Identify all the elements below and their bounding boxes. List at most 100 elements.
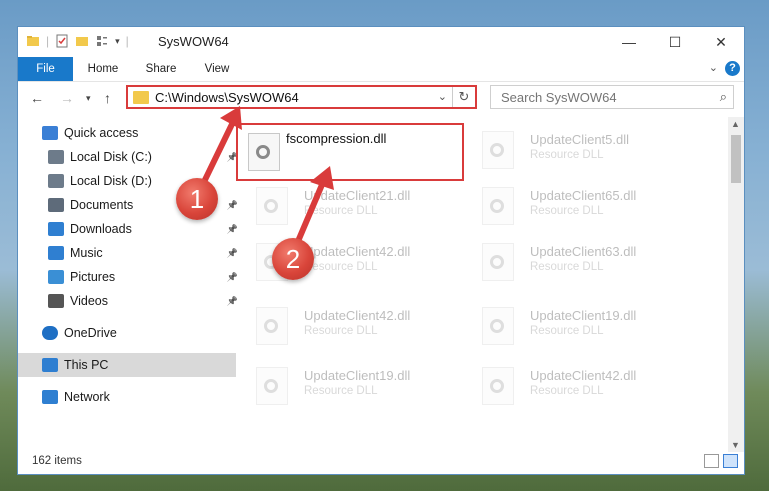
scroll-thumb[interactable] bbox=[731, 135, 741, 183]
file-item[interactable]: UpdateClient42.dll Resource DLL bbox=[236, 235, 466, 289]
sidebar-item[interactable]: This PC bbox=[18, 353, 236, 377]
file-name: UpdateClient42.dll bbox=[304, 308, 411, 323]
dll-file-icon bbox=[256, 187, 288, 225]
step-1-badge: 1 bbox=[176, 178, 218, 220]
scroll-down-icon[interactable]: ▼ bbox=[731, 440, 740, 450]
picture-icon bbox=[48, 270, 64, 284]
scroll-up-icon[interactable]: ▲ bbox=[731, 119, 740, 129]
customize-icon[interactable] bbox=[95, 34, 109, 48]
file-type: Resource DLL bbox=[530, 205, 604, 217]
tab-view[interactable]: View bbox=[194, 57, 240, 81]
file-type: Resource DLL bbox=[530, 385, 604, 397]
address-bar[interactable]: C:\Windows\SysWOW64 ⌄ ↻ bbox=[126, 85, 477, 109]
sidebar-item-label: This PC bbox=[64, 358, 109, 372]
sidebar-item[interactable]: OneDrive bbox=[18, 321, 236, 345]
folder-icon bbox=[133, 91, 149, 104]
annotation-arrow-1 bbox=[199, 106, 242, 188]
ribbon-tabs: File Home Share View ⌄ ? bbox=[18, 57, 744, 82]
file-name: UpdateClient63.dll bbox=[530, 244, 637, 259]
tab-home[interactable]: Home bbox=[78, 57, 128, 81]
file-item[interactable]: UpdateClient21.dll Resource DLL bbox=[236, 179, 466, 233]
drive-icon bbox=[48, 150, 64, 164]
file-item[interactable]: UpdateClient65.dll Resource DLL bbox=[462, 179, 692, 233]
drive-icon bbox=[48, 174, 64, 188]
tab-share[interactable]: Share bbox=[136, 57, 186, 81]
dll-file-icon bbox=[482, 243, 514, 281]
minimize-button[interactable]: — bbox=[606, 27, 652, 57]
dll-file-icon bbox=[482, 367, 514, 405]
sidebar-item[interactable]: Network bbox=[18, 385, 236, 409]
file-name: fscompression.dll bbox=[286, 131, 387, 146]
file-item[interactable]: UpdateClient19.dll Resource DLL bbox=[236, 359, 466, 413]
separator: | bbox=[46, 34, 50, 48]
up-arrow-icon[interactable]: ↑ bbox=[104, 90, 111, 106]
document-icon bbox=[48, 198, 64, 212]
file-item[interactable]: UpdateClient42.dll Resource DLL bbox=[236, 299, 466, 353]
quick-access-toolbar: | ▾ | bbox=[26, 34, 129, 48]
file-item[interactable]: UpdateClient19.dll Resource DLL bbox=[462, 299, 692, 353]
details-view-icon[interactable] bbox=[704, 454, 719, 468]
file-type: Resource DLL bbox=[530, 149, 604, 161]
step-2-badge: 2 bbox=[272, 238, 314, 280]
file-type: Resource DLL bbox=[304, 325, 378, 337]
title-bar: | ▾ | SysWOW64 — ☐ ✕ bbox=[18, 27, 744, 57]
chevron-down-icon[interactable]: ⌄ bbox=[438, 90, 447, 103]
file-name: UpdateClient5.dll bbox=[530, 132, 630, 147]
network-icon bbox=[42, 390, 58, 404]
sidebar-item[interactable]: Downloads 📌 bbox=[18, 217, 242, 241]
sidebar-item-label: Network bbox=[64, 390, 110, 404]
file-item[interactable]: UpdateClient5.dll Resource DLL bbox=[462, 123, 692, 177]
sidebar-item-label: Videos bbox=[70, 294, 108, 308]
maximize-button[interactable]: ☐ bbox=[652, 27, 698, 57]
vertical-scrollbar[interactable]: ▲ ▼ bbox=[728, 117, 744, 452]
search-input[interactable] bbox=[499, 89, 703, 106]
item-count: 162 items bbox=[32, 455, 82, 467]
dll-file-icon bbox=[256, 307, 288, 345]
sidebar-item-label: Pictures bbox=[70, 270, 116, 284]
search-box[interactable]: ⌕ bbox=[490, 85, 734, 109]
dll-file-icon bbox=[256, 367, 288, 405]
download-icon bbox=[48, 222, 64, 236]
file-name: UpdateClient42.dll bbox=[530, 368, 637, 383]
computer-icon bbox=[42, 358, 58, 372]
sidebar-item-label: Documents bbox=[70, 198, 134, 212]
sidebar-item[interactable]: Music 📌 bbox=[18, 241, 242, 265]
properties-icon[interactable] bbox=[55, 34, 69, 48]
sidebar-item[interactable]: Pictures 📌 bbox=[18, 265, 242, 289]
dropdown-arrow-icon[interactable]: ▾ bbox=[115, 36, 120, 47]
file-name: UpdateClient65.dll bbox=[530, 188, 637, 203]
file-item-highlighted[interactable]: fscompression.dll bbox=[236, 123, 464, 181]
separator: | bbox=[125, 34, 129, 48]
tab-file[interactable]: File bbox=[18, 57, 73, 81]
file-type: Resource DLL bbox=[304, 385, 378, 397]
file-name: UpdateClient19.dll bbox=[304, 368, 411, 383]
refresh-icon[interactable]: ↻ bbox=[452, 87, 475, 107]
navigation-pane: Quick access Local Disk (C:) 📌 Local Disk (… bbox=[18, 117, 238, 452]
back-arrow-icon[interactable]: ← bbox=[30, 90, 44, 106]
navigation-bar: ← → ▾ ↑ C:\Windows\SysWOW64 ⌄ ↻ ⌕ bbox=[18, 82, 744, 114]
search-icon[interactable]: ⌕ bbox=[720, 89, 727, 105]
file-item[interactable]: UpdateClient63.dll Resource DLL bbox=[462, 235, 692, 289]
recent-dropdown-icon[interactable]: ▾ bbox=[86, 93, 91, 104]
music-icon bbox=[48, 246, 64, 260]
sidebar-item-label: Quick access bbox=[64, 126, 139, 140]
file-item[interactable]: UpdateClient42.dll Resource DLL bbox=[462, 359, 692, 413]
star-icon bbox=[42, 126, 58, 140]
sidebar-item-label: OneDrive bbox=[64, 326, 117, 340]
help-icon[interactable]: ? bbox=[725, 61, 740, 76]
forward-arrow-icon[interactable]: → bbox=[60, 90, 74, 106]
folder-icon[interactable] bbox=[26, 34, 40, 48]
file-name: UpdateClient19.dll bbox=[530, 308, 637, 323]
file-type: Resource DLL bbox=[530, 261, 604, 273]
chevron-down-icon[interactable]: ⌄ bbox=[709, 61, 718, 74]
dll-file-icon bbox=[482, 187, 514, 225]
close-button[interactable]: ✕ bbox=[698, 27, 744, 57]
tiles-view-icon[interactable] bbox=[723, 454, 738, 468]
video-icon bbox=[48, 294, 64, 308]
new-folder-icon[interactable] bbox=[75, 34, 89, 48]
explorer-window: | ▾ | SysWOW64 — ☐ ✕ File Home Share Vie… bbox=[17, 26, 745, 475]
status-bar: 162 items bbox=[18, 450, 744, 474]
sidebar-item[interactable]: Videos 📌 bbox=[18, 289, 242, 313]
file-type: Resource DLL bbox=[304, 261, 378, 273]
dll-file-icon bbox=[482, 131, 514, 169]
